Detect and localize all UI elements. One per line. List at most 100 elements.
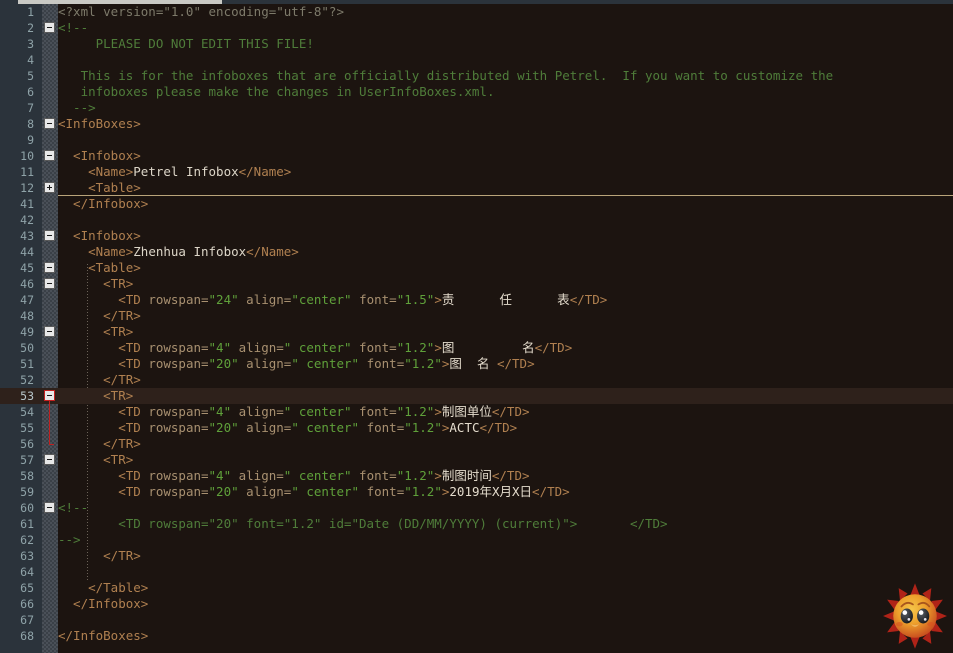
code-line[interactable]: 7 --> bbox=[0, 100, 953, 116]
fold-cell[interactable] bbox=[42, 196, 58, 212]
code-line[interactable]: 6 infoboxes please make the changes in U… bbox=[0, 84, 953, 100]
fold-cell[interactable] bbox=[42, 388, 58, 404]
code-line[interactable]: 64 bbox=[0, 564, 953, 580]
code-line[interactable]: 9 bbox=[0, 132, 953, 148]
fold-cell[interactable] bbox=[42, 340, 58, 356]
fold-cell[interactable] bbox=[42, 500, 58, 516]
line-text: This is for the infoboxes that are offic… bbox=[58, 68, 834, 84]
code-line[interactable]: 67 bbox=[0, 612, 953, 628]
token-tag: </TR> bbox=[58, 436, 141, 451]
token-attr: rowspan= bbox=[148, 356, 209, 371]
code-line[interactable]: 55 <TD rowspan="20" align=" center" font… bbox=[0, 420, 953, 436]
fold-cell[interactable] bbox=[42, 116, 58, 132]
code-line[interactable]: 66 </Infobox> bbox=[0, 596, 953, 612]
code-line[interactable]: 11 <Name>Petrel Infobox</Name> bbox=[0, 164, 953, 180]
fold-cell[interactable] bbox=[42, 596, 58, 612]
fold-collapse-icon[interactable] bbox=[44, 390, 55, 401]
fold-cell[interactable] bbox=[42, 612, 58, 628]
fold-cell[interactable] bbox=[42, 68, 58, 84]
fold-collapse-icon[interactable] bbox=[44, 22, 55, 33]
fold-collapse-icon[interactable] bbox=[44, 454, 55, 465]
code-line[interactable]: 61 <TD rowspan="20" font="1.2" id="Date … bbox=[0, 516, 953, 532]
token-tag: <Infobox> bbox=[58, 148, 141, 163]
code-line[interactable]: 47 <TD rowspan="24" align="center" font=… bbox=[0, 292, 953, 308]
fold-collapse-icon[interactable] bbox=[44, 230, 55, 241]
fold-cell[interactable] bbox=[42, 516, 58, 532]
fold-cell[interactable] bbox=[42, 356, 58, 372]
fold-cell[interactable] bbox=[42, 532, 58, 548]
fold-cell[interactable] bbox=[42, 452, 58, 468]
code-line[interactable]: 5 This is for the infoboxes that are off… bbox=[0, 68, 953, 84]
line-text: <TD rowspan="20" align=" center" font="1… bbox=[58, 420, 517, 436]
fold-cell[interactable] bbox=[42, 212, 58, 228]
fold-cell[interactable] bbox=[42, 228, 58, 244]
code-line[interactable]: 51 <TD rowspan="20" align=" center" font… bbox=[0, 356, 953, 372]
fold-cell[interactable] bbox=[42, 548, 58, 564]
code-line[interactable]: 57 <TR> bbox=[0, 452, 953, 468]
fold-cell[interactable] bbox=[42, 564, 58, 580]
fold-cell[interactable] bbox=[42, 180, 58, 196]
fold-cell[interactable] bbox=[42, 100, 58, 116]
fold-expand-icon[interactable] bbox=[44, 182, 55, 193]
line-text: </TR> bbox=[58, 436, 141, 452]
code-line[interactable]: 45 <Table> bbox=[0, 260, 953, 276]
code-line[interactable]: 1 <?xml version="1.0" encoding="utf-8"?> bbox=[0, 4, 953, 20]
code-line[interactable]: 59 <TD rowspan="20" align=" center" font… bbox=[0, 484, 953, 500]
code-line[interactable]: 46 <TR> bbox=[0, 276, 953, 292]
token-tag: </TD> bbox=[496, 356, 535, 371]
fold-collapse-icon[interactable] bbox=[44, 278, 55, 289]
fold-cell[interactable] bbox=[42, 36, 58, 52]
code-line[interactable]: 42 bbox=[0, 212, 953, 228]
code-line[interactable]: 60 <!-- bbox=[0, 500, 953, 516]
code-lines[interactable]: 1 <?xml version="1.0" encoding="utf-8"?> 2… bbox=[0, 4, 953, 644]
fold-cell[interactable] bbox=[42, 164, 58, 180]
fold-collapse-icon[interactable] bbox=[44, 150, 55, 161]
fold-cell[interactable] bbox=[42, 580, 58, 596]
code-line[interactable]: 43 <Infobox> bbox=[0, 228, 953, 244]
code-line[interactable]: 12 <Table> bbox=[0, 180, 953, 196]
fold-cell[interactable] bbox=[42, 84, 58, 100]
fold-cell[interactable] bbox=[42, 404, 58, 420]
code-line[interactable]: 63 </TR> bbox=[0, 548, 953, 564]
fold-cell[interactable] bbox=[42, 148, 58, 164]
fold-cell[interactable] bbox=[42, 484, 58, 500]
fold-cell[interactable] bbox=[42, 420, 58, 436]
fold-cell[interactable] bbox=[42, 20, 58, 36]
code-line[interactable]: 3 PLEASE DO NOT EDIT THIS FILE! bbox=[0, 36, 953, 52]
code-line[interactable]: 58 <TD rowspan="4" align=" center" font=… bbox=[0, 468, 953, 484]
code-line[interactable]: 53 <TR> bbox=[0, 388, 953, 404]
fold-cell[interactable] bbox=[42, 372, 58, 388]
fold-collapse-icon[interactable] bbox=[44, 262, 55, 273]
fold-collapse-icon[interactable] bbox=[44, 502, 55, 513]
code-line[interactable]: 56 </TR> bbox=[0, 436, 953, 452]
code-line[interactable]: 65 </Table> bbox=[0, 580, 953, 596]
code-line[interactable]: 4 bbox=[0, 52, 953, 68]
code-line[interactable]: 2 <!-- bbox=[0, 20, 953, 36]
code-line[interactable]: 52 </TR> bbox=[0, 372, 953, 388]
code-line[interactable]: 48 </TR> bbox=[0, 308, 953, 324]
code-line[interactable]: 50 <TD rowspan="4" align=" center" font=… bbox=[0, 340, 953, 356]
token-cmt: --> bbox=[58, 532, 81, 547]
fold-collapse-icon[interactable] bbox=[44, 118, 55, 129]
code-line[interactable]: 54 <TD rowspan="4" align=" center" font=… bbox=[0, 404, 953, 420]
fold-cell[interactable] bbox=[42, 4, 58, 20]
code-line[interactable]: 44 <Name>Zhenhua Infobox</Name> bbox=[0, 244, 953, 260]
code-line[interactable]: 10 <Infobox> bbox=[0, 148, 953, 164]
code-line[interactable]: 41 </Infobox> bbox=[0, 196, 953, 212]
code-line[interactable]: 8 <InfoBoxes> bbox=[0, 116, 953, 132]
fold-cell[interactable] bbox=[42, 324, 58, 340]
fold-cell[interactable] bbox=[42, 52, 58, 68]
fold-cell[interactable] bbox=[42, 468, 58, 484]
fold-cell[interactable] bbox=[42, 132, 58, 148]
fold-cell[interactable] bbox=[42, 276, 58, 292]
fold-cell[interactable] bbox=[42, 244, 58, 260]
fold-cell[interactable] bbox=[42, 628, 58, 644]
fold-cell[interactable] bbox=[42, 292, 58, 308]
code-line[interactable]: 62 --> bbox=[0, 532, 953, 548]
fold-collapse-icon[interactable] bbox=[44, 326, 55, 337]
fold-cell[interactable] bbox=[42, 260, 58, 276]
code-line[interactable]: 68 </InfoBoxes> bbox=[0, 628, 953, 644]
code-line[interactable]: 49 <TR> bbox=[0, 324, 953, 340]
line-number: 2 bbox=[27, 21, 34, 35]
fold-cell[interactable] bbox=[42, 308, 58, 324]
